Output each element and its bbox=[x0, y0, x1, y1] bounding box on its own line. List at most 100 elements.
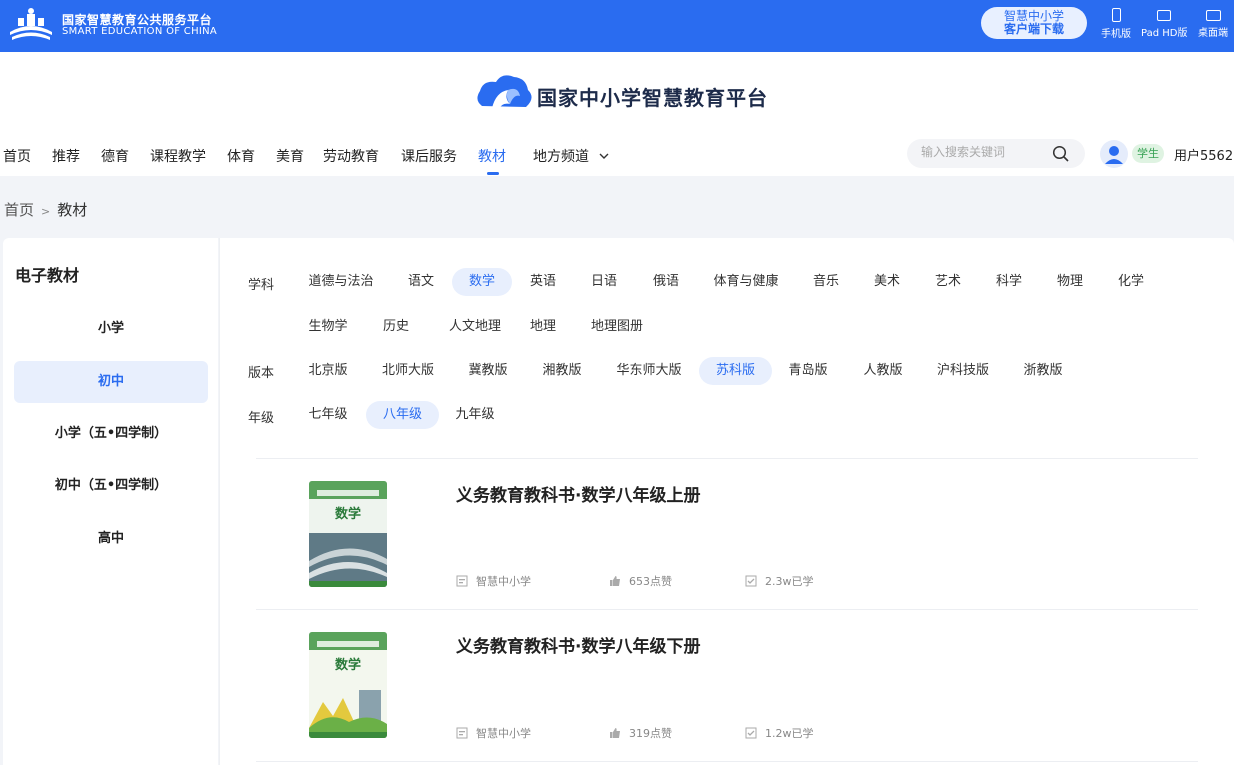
site-subtitle: SMART EDUCATION OF CHINA bbox=[62, 26, 218, 37]
book-cover-image bbox=[309, 481, 387, 587]
chip-subject[interactable]: 地理 bbox=[520, 313, 566, 341]
download-label-line2: 客户端下载 bbox=[1003, 22, 1064, 36]
publisher-icon bbox=[456, 575, 468, 587]
chip-edition[interactable]: 北京版 bbox=[300, 357, 356, 385]
book-learners-text: 2.3w已学 bbox=[765, 575, 814, 588]
list-item[interactable] bbox=[256, 459, 1198, 609]
nav-sports[interactable]: 体育 bbox=[227, 146, 255, 166]
chip-edition-active[interactable]: 苏科版 bbox=[699, 357, 772, 385]
chip-edition[interactable]: 青岛版 bbox=[780, 357, 836, 385]
chip-subject[interactable]: 物理 bbox=[1047, 268, 1093, 296]
chip-subject[interactable]: 科学 bbox=[986, 268, 1032, 296]
pad-version-link[interactable]: Pad HD版 bbox=[1141, 8, 1187, 39]
platform-emblem-icon bbox=[10, 8, 52, 40]
list-item[interactable] bbox=[256, 610, 1198, 760]
chip-edition[interactable]: 冀教版 bbox=[460, 357, 516, 385]
sidebar-item-senior[interactable]: 高中 bbox=[14, 518, 208, 560]
avatar[interactable] bbox=[1100, 140, 1128, 168]
mobile-version-link[interactable]: 手机版 bbox=[1101, 8, 1131, 40]
book-learners: 1.2w已学 bbox=[745, 725, 814, 741]
pad-version-label: Pad HD版 bbox=[1141, 28, 1188, 39]
chevron-down-icon bbox=[599, 153, 609, 159]
nav-labor[interactable]: 劳动教育 bbox=[323, 146, 379, 166]
phone-icon bbox=[1111, 8, 1121, 22]
chip-subject[interactable]: 历史 bbox=[373, 313, 419, 341]
platform-logo-icon bbox=[477, 75, 532, 110]
book-likes-text: 653点赞 bbox=[629, 575, 672, 588]
chip-subject[interactable]: 音乐 bbox=[803, 268, 849, 296]
chip-edition[interactable]: 人教版 bbox=[855, 357, 911, 385]
publisher-icon bbox=[456, 727, 468, 739]
nav-home[interactable]: 首页 bbox=[3, 146, 31, 166]
chip-edition[interactable]: 浙教版 bbox=[1015, 357, 1071, 385]
chip-grade[interactable]: 九年级 bbox=[447, 401, 503, 429]
search-icon[interactable] bbox=[1052, 145, 1070, 163]
sidebar-item-junior-54[interactable]: 初中（五•四学制） bbox=[14, 465, 208, 507]
chip-subject[interactable]: 英语 bbox=[520, 268, 566, 296]
book-publisher: 智慧中小学 bbox=[456, 573, 531, 589]
nav-recommend[interactable]: 推荐 bbox=[52, 146, 80, 166]
chip-subject[interactable]: 语文 bbox=[398, 268, 444, 296]
book-title[interactable]: 义务教育教科书·数学八年级上册 bbox=[456, 481, 700, 506]
book-cover[interactable]: 数学 bbox=[309, 481, 387, 587]
learned-icon bbox=[745, 575, 757, 587]
chip-grade[interactable]: 七年级 bbox=[300, 401, 356, 429]
breadcrumb-separator: > bbox=[41, 205, 51, 218]
nav-moral[interactable]: 德育 bbox=[101, 146, 129, 166]
chip-subject[interactable]: 艺术 bbox=[925, 268, 971, 296]
learned-icon bbox=[745, 727, 757, 739]
thumbs-up-icon bbox=[610, 576, 620, 586]
book-title[interactable]: 义务教育教科书·数学八年级下册 bbox=[456, 632, 700, 657]
client-download-button[interactable]: 智慧中小学 客户端下载 bbox=[981, 7, 1087, 39]
breadcrumb-home[interactable]: 首页 bbox=[4, 201, 34, 219]
desktop-icon bbox=[1205, 10, 1221, 21]
search-input[interactable] bbox=[921, 145, 1051, 159]
book-cover-image bbox=[309, 632, 387, 738]
mobile-version-label: 手机版 bbox=[1101, 29, 1131, 40]
nav-after-school[interactable]: 课后服务 bbox=[401, 146, 457, 166]
breadcrumb: 首页 > 教材 bbox=[4, 199, 87, 220]
book-likes[interactable]: 653点赞 bbox=[609, 573, 672, 589]
book-cover-subject: 数学 bbox=[334, 507, 361, 522]
filter-subject-label: 学科 bbox=[248, 278, 275, 293]
nav-course[interactable]: 课程教学 bbox=[150, 146, 206, 166]
chip-grade-active[interactable]: 八年级 bbox=[366, 401, 439, 429]
platform-name: 国家中小学智慧教育平台 bbox=[537, 86, 768, 110]
book-cover[interactable]: 数学 bbox=[309, 632, 387, 738]
chip-subject[interactable]: 俄语 bbox=[643, 268, 689, 296]
chip-subject[interactable]: 美术 bbox=[864, 268, 910, 296]
user-icon bbox=[1105, 146, 1123, 164]
list-divider bbox=[256, 761, 1198, 762]
filter-grade-label: 年级 bbox=[248, 411, 275, 426]
chip-subject[interactable]: 人文地理 bbox=[440, 313, 510, 341]
book-likes[interactable]: 319点赞 bbox=[609, 725, 672, 741]
chip-subject[interactable]: 日语 bbox=[581, 268, 627, 296]
desktop-version-label: 桌面端 bbox=[1198, 28, 1228, 39]
sidebar-item-primary-54[interactable]: 小学（五•四学制） bbox=[14, 413, 208, 455]
chip-subject[interactable]: 道德与法治 bbox=[300, 268, 382, 296]
sidebar-item-primary[interactable]: 小学 bbox=[14, 308, 208, 350]
sidebar-title: 电子教材 bbox=[15, 266, 80, 285]
chip-subject[interactable]: 地理图册 bbox=[585, 313, 649, 341]
book-learners: 2.3w已学 bbox=[745, 573, 814, 589]
chip-edition[interactable]: 华东师大版 bbox=[610, 357, 688, 385]
sidebar-item-junior[interactable]: 初中 bbox=[14, 361, 208, 403]
book-likes-text: 319点赞 bbox=[629, 727, 672, 740]
chip-subject[interactable]: 体育与健康 bbox=[705, 268, 787, 296]
nav-textbook[interactable]: 教材 bbox=[478, 146, 506, 166]
desktop-version-link[interactable]: 桌面端 bbox=[1198, 8, 1228, 39]
chip-edition[interactable]: 湘教版 bbox=[534, 357, 590, 385]
chip-subject[interactable]: 化学 bbox=[1108, 268, 1154, 296]
nav-local-channel[interactable]: 地方频道 bbox=[533, 146, 609, 166]
nav-arts[interactable]: 美育 bbox=[276, 146, 304, 166]
chip-subject[interactable]: 生物学 bbox=[302, 313, 354, 341]
chip-subject-active[interactable]: 数学 bbox=[452, 268, 512, 296]
tablet-icon bbox=[1157, 10, 1172, 21]
chip-edition[interactable]: 北师大版 bbox=[376, 357, 440, 385]
username[interactable]: 用户5562 bbox=[1174, 145, 1233, 164]
book-publisher: 智慧中小学 bbox=[456, 725, 531, 741]
chip-edition[interactable]: 沪科技版 bbox=[930, 357, 996, 385]
filter-edition-label: 版本 bbox=[248, 366, 275, 381]
role-badge: 学生 bbox=[1132, 144, 1164, 163]
book-publisher-text: 智慧中小学 bbox=[476, 575, 531, 588]
